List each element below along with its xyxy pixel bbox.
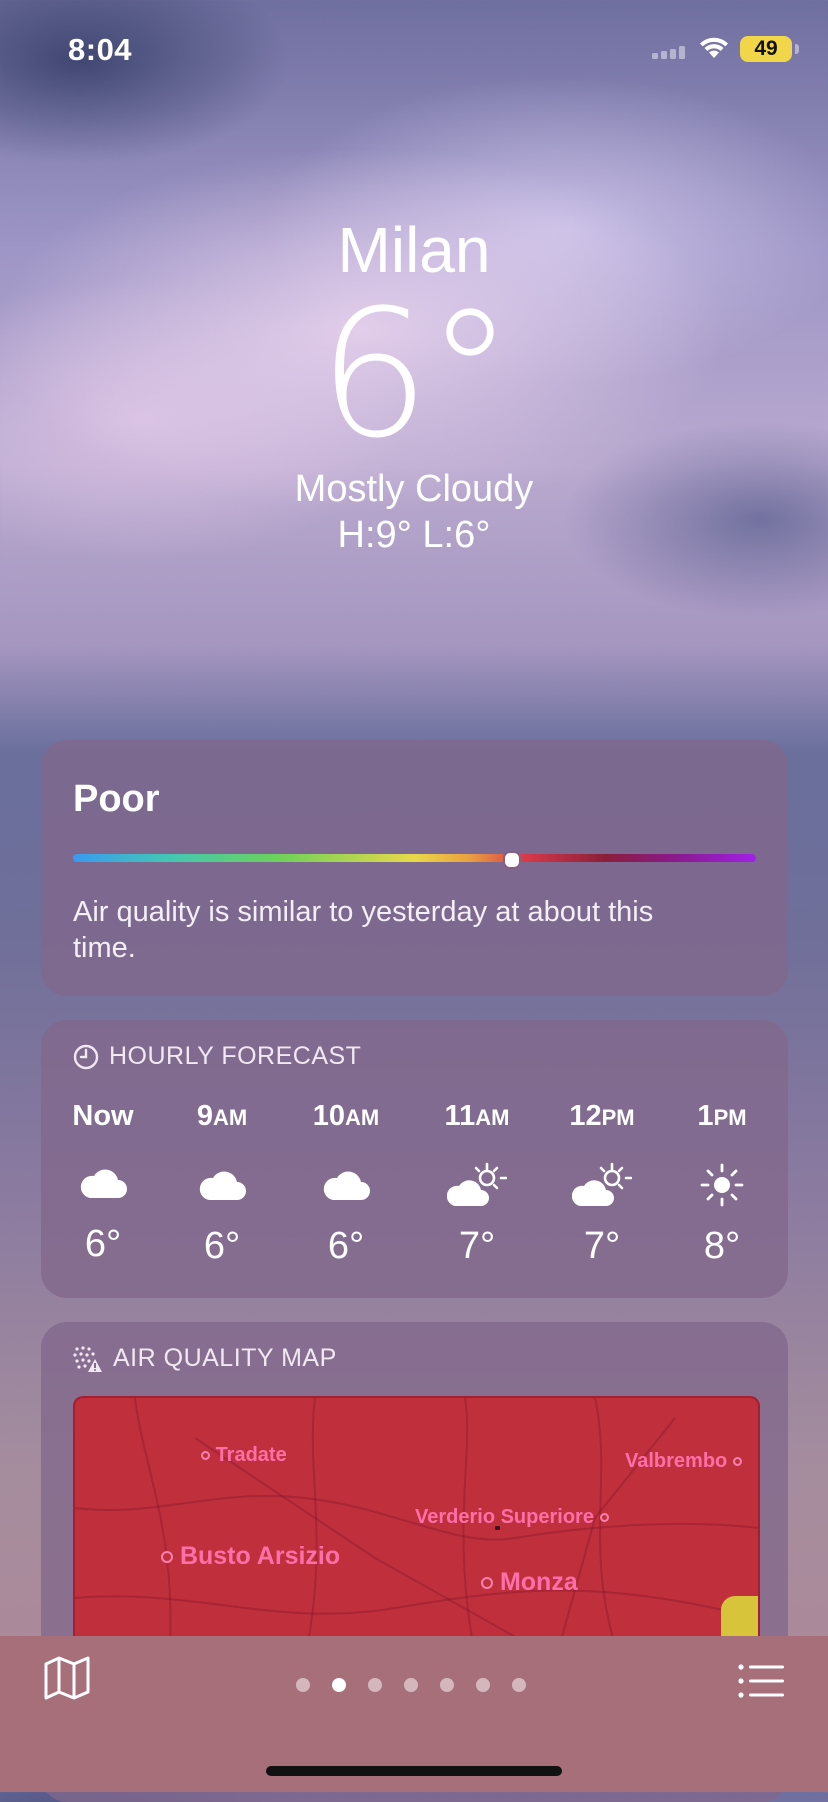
air-quality-map-icon [73, 1345, 102, 1372]
map-place-marker [481, 1577, 493, 1590]
battery-indicator: 49 [740, 36, 792, 62]
map-place-label: Monza [499, 1568, 578, 1596]
map-icon[interactable] [44, 1656, 90, 1700]
hourly-time-value: 10 [312, 1100, 346, 1132]
map-place-valbrembo: Valbrembo [625, 1450, 742, 1473]
hourly-time-value: Now [72, 1100, 134, 1132]
air-quality-map-header: AIR QUALITY MAP [73, 1344, 337, 1373]
hourly-item: 1PM 8° [667, 1098, 777, 1268]
current-temperature: 6° [0, 272, 828, 477]
map-place-label: Tradate [215, 1444, 287, 1466]
air-quality-description: Air quality is similar to yesterday at a… [73, 896, 654, 964]
map-place-busto-arsizio: Busto Arsizio [161, 1542, 340, 1571]
hourly-time: 10AM [291, 1098, 401, 1136]
battery-nub [795, 44, 799, 54]
hourly-time-value: 12 [569, 1100, 602, 1132]
current-temperature-value: 6° [318, 272, 514, 477]
hourly-temperature: 6° [203, 1225, 241, 1267]
page-dot[interactable] [332, 1678, 346, 1692]
hourly-temperature: 7° [458, 1225, 496, 1267]
hourly-time-suffix: AM [475, 1105, 510, 1130]
hourly-time: 9AM [167, 1098, 277, 1136]
map-place-tradate: Tradate [201, 1444, 287, 1467]
hourly-temperature: 6° [84, 1223, 122, 1265]
weather-condition: Mostly Cloudy [294, 468, 534, 510]
current-weather: Milan 6° Mostly Cloudy H:9° L:6° [0, 210, 828, 558]
map-place-marker [161, 1551, 173, 1564]
map-place-label: Busto Arsizio [179, 1542, 341, 1570]
page-indicator[interactable] [296, 1678, 548, 1692]
partly-sunny-icon [422, 1156, 532, 1214]
hourly-time: 12PM [547, 1098, 657, 1136]
map-place-label: Valbrembo [625, 1450, 728, 1472]
high-low-temperature: H:9° L:6° [337, 514, 491, 556]
map-place-marker [201, 1451, 210, 1461]
wifi-icon [700, 37, 728, 58]
map-place-marker [732, 1457, 742, 1467]
air-quality-level: Poor [73, 778, 160, 820]
hourly-time-suffix: AM [212, 1105, 248, 1130]
page-dot[interactable] [296, 1678, 310, 1692]
hourly-time-value: 1 [697, 1100, 714, 1132]
hourly-item: 10AM 6° [291, 1098, 401, 1268]
hourly-forecast-list[interactable]: Now 6° 9AM 6° 10AM 6° 11AM 7° 12PM 7° 1PM 8° [41, 1098, 788, 1278]
page-dot[interactable] [404, 1678, 418, 1692]
hourly-item: 11AM 7° [422, 1098, 532, 1268]
cloud-icon [291, 1156, 401, 1214]
hourly-item: 12PM 7° [547, 1098, 657, 1268]
air-quality-indicator [503, 851, 522, 869]
cloud-icon [167, 1156, 277, 1214]
sun-icon [667, 1156, 777, 1214]
map-place-label: Verderio Superiore [415, 1506, 594, 1528]
cloud-icon [48, 1154, 158, 1212]
cellular-signal-icon [652, 46, 685, 59]
hourly-time: 1PM [667, 1098, 777, 1136]
air-quality-scale [73, 854, 756, 862]
hourly-time-value: 11 [444, 1100, 476, 1132]
hourly-time: 11AM [422, 1098, 532, 1136]
status-time: 8:04 [68, 32, 133, 67]
hourly-time: Now [48, 1098, 158, 1134]
hourly-temperature: 6° [327, 1225, 365, 1267]
hourly-time-value: 9 [196, 1100, 213, 1132]
hourly-forecast-title: HOURLY FORECAST [109, 1042, 362, 1070]
clock-icon [73, 1044, 99, 1069]
hourly-forecast-card[interactable]: HOURLY FORECAST Now 6° 9AM 6° 10AM 6° 11AM 7° 12… [41, 1020, 788, 1298]
page-dot[interactable] [512, 1678, 526, 1692]
map-place-marker [599, 1513, 609, 1523]
hourly-item: Now 6° [48, 1098, 158, 1266]
hourly-time-suffix: PM [713, 1105, 747, 1130]
page-dot[interactable] [440, 1678, 454, 1692]
air-quality-map-title: AIR QUALITY MAP [113, 1344, 337, 1372]
page-dot[interactable] [368, 1678, 382, 1692]
air-quality-card[interactable]: Poor Air quality is similar to yesterday… [41, 740, 788, 996]
hourly-time-suffix: AM [345, 1105, 380, 1130]
hourly-temperature: 8° [703, 1225, 741, 1267]
page-dot[interactable] [476, 1678, 490, 1692]
partly-sunny-icon [547, 1156, 657, 1214]
list-icon[interactable] [738, 1664, 784, 1698]
status-bar: 8:04 49 [0, 0, 828, 100]
hourly-item: 9AM 6° [167, 1098, 277, 1268]
hourly-temperature: 7° [583, 1225, 621, 1267]
map-place-monza: Monza [481, 1568, 578, 1597]
home-indicator [266, 1766, 562, 1776]
hourly-forecast-header: HOURLY FORECAST [73, 1042, 361, 1071]
map-place-verderio-superiore: Verderio Superiore [415, 1506, 609, 1529]
hourly-time-suffix: PM [601, 1105, 635, 1130]
